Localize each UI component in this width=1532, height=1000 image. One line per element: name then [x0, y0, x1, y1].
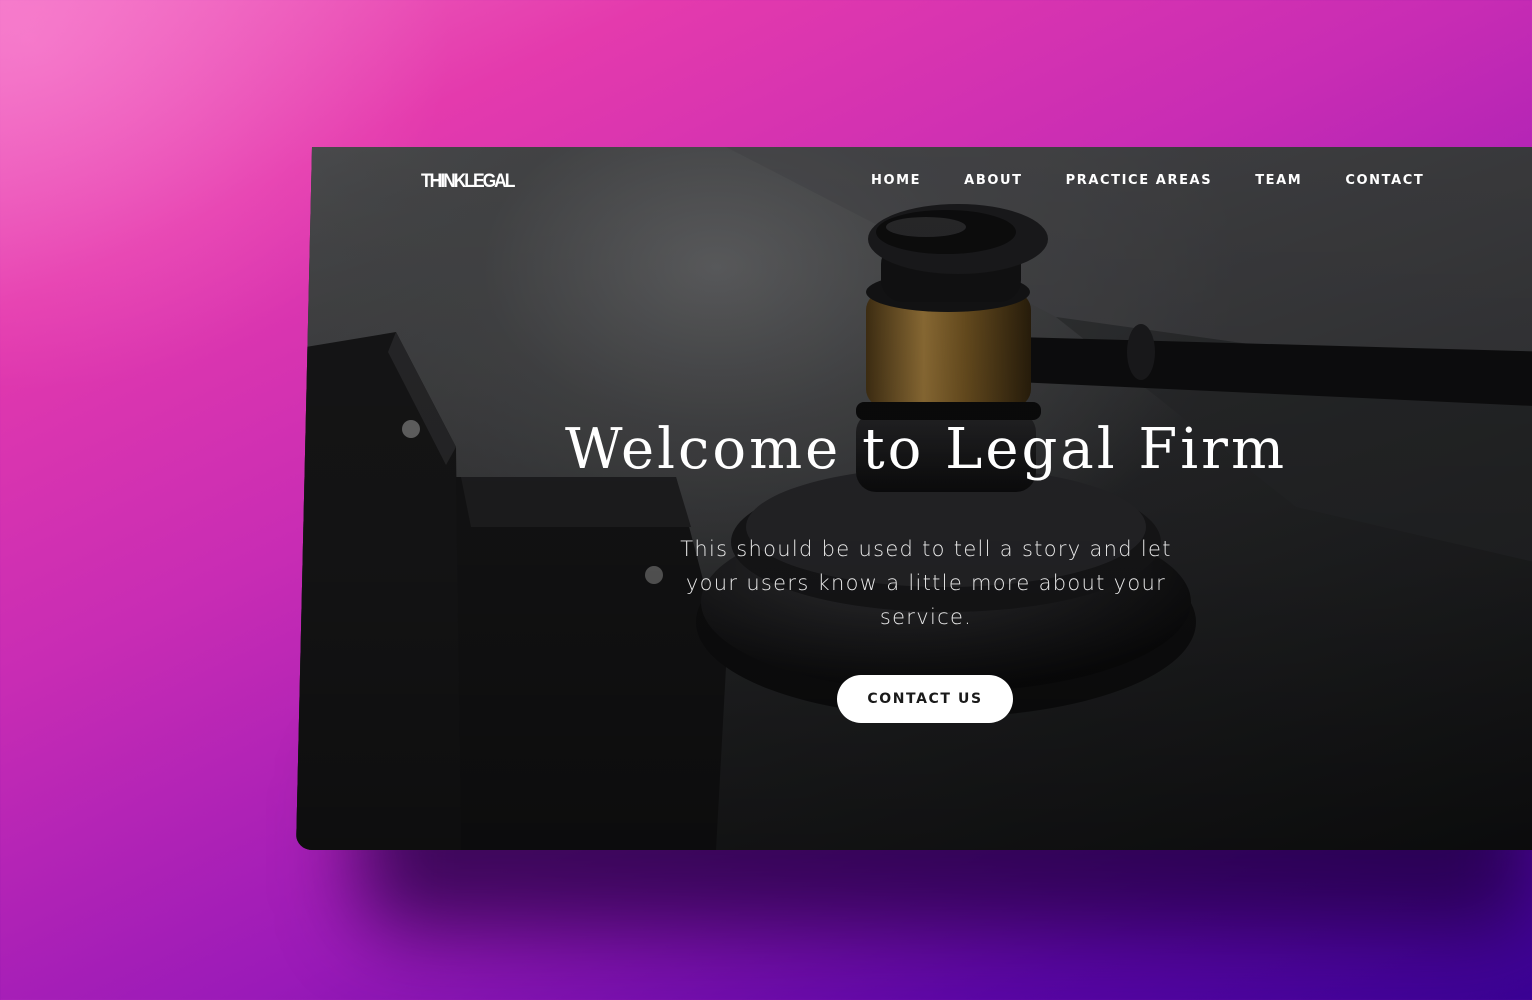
contact-us-button[interactable]: CONTACT US	[837, 675, 1013, 723]
nav-item-about[interactable]: ABOUT	[964, 173, 1022, 188]
photo-dark-overlay	[296, 147, 1532, 850]
site-logo[interactable]: THINKLEGAL	[421, 171, 515, 193]
nav-menu: HOME ABOUT PRACTICE AREAS TEAM CONTACT	[871, 173, 1424, 188]
top-navigation: THINKLEGAL HOME ABOUT PRACTICE AREAS TEA…	[296, 147, 1532, 217]
hero-title: Welcome to Legal Firm	[564, 417, 1288, 482]
nav-item-contact[interactable]: CONTACT	[1345, 173, 1424, 188]
hero-subtitle: This should be used to tell a story and …	[680, 537, 1172, 629]
nav-item-practice-areas[interactable]: PRACTICE AREAS	[1066, 173, 1213, 188]
website-preview-card: THINKLEGAL HOME ABOUT PRACTICE AREAS TEA…	[296, 147, 1532, 850]
nav-item-team[interactable]: TEAM	[1255, 173, 1302, 188]
nav-item-home[interactable]: HOME	[871, 173, 921, 188]
